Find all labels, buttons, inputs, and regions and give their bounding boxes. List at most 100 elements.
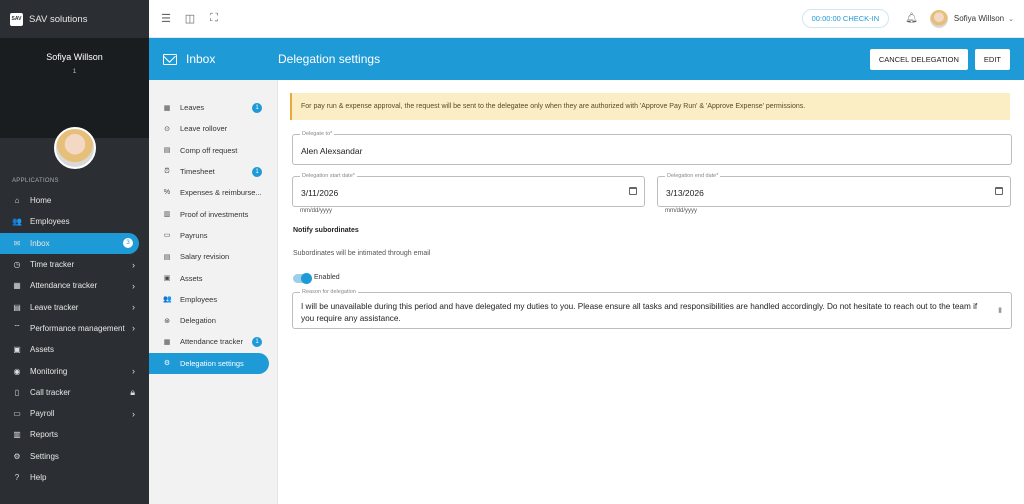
chevron-right-icon: › — [132, 366, 135, 377]
submenu-item-label: Delegation — [180, 316, 216, 326]
percent-icon: % — [163, 189, 171, 197]
sidebar-item-assets[interactable]: ▣ Assets — [0, 339, 149, 360]
notify-subordinates-title: Notify subordinates — [293, 227, 359, 234]
sidebar-item-reports[interactable]: ▥ Reports — [0, 424, 149, 445]
submenu-item-label: Attendance tracker — [180, 337, 243, 347]
submenu-item-label: Leave rollover — [180, 124, 228, 134]
notify-toggle[interactable] — [293, 273, 312, 284]
sidebar-item-performance-management[interactable]: ⌔ Performance management › — [0, 318, 149, 339]
inbox-submenu: ▦ Leaves 1 ⊙ Leave rollover ▤ Comp off r… — [149, 80, 278, 504]
home-icon: ⌂ — [14, 196, 20, 206]
calendar-icon[interactable] — [629, 187, 637, 195]
alarm-clock-icon: ⏰︎ — [164, 167, 170, 175]
people-icon: 👥 — [163, 296, 172, 304]
chevron-right-icon: › — [132, 280, 135, 291]
submenu-item-salary-revision[interactable]: ▤ Salary revision — [149, 246, 277, 267]
count-badge: 1 — [252, 102, 262, 113]
inbox-count-badge: 3 — [123, 238, 133, 249]
submenu-item-proof-of-investments[interactable]: ▥ Proof of investments — [149, 203, 277, 224]
calendar-icon[interactable] — [995, 187, 1003, 195]
end-date-field[interactable]: Delegation end date* 3/13/2026 — [657, 173, 1011, 207]
sidebar-item-home[interactable]: ⌂ Home — [0, 190, 149, 211]
top-bar: ☰ ◫ ⛶ 00:00:00 CHECK-IN 🔔︎ Sofiya Willso… — [149, 0, 1024, 38]
panel-toggle-icon[interactable]: ◫ — [183, 12, 197, 26]
page-title: Delegation settings — [278, 52, 381, 66]
document-icon: ▥ — [163, 211, 171, 219]
reason-value: I will be unavailable during this period… — [301, 302, 978, 323]
calendar-icon: ▤ — [163, 147, 171, 155]
sidebar-item-inbox[interactable]: ✉ Inbox 3 — [0, 232, 139, 254]
bell-icon[interactable]: 🔔︎ — [905, 13, 918, 24]
hamburger-menu-icon[interactable]: ☰ — [159, 12, 173, 26]
submenu-item-comp-off-request[interactable]: ▤ Comp off request — [149, 140, 277, 161]
submenu-item-assets[interactable]: ▣ Assets — [149, 267, 277, 288]
submenu-item-employees[interactable]: 👥 Employees — [149, 289, 277, 310]
page-header: Inbox Delegation settings CANCEL DELEGAT… — [149, 38, 1024, 80]
end-date-helper: mm/dd/yyyy — [665, 208, 698, 214]
brand-logo: SAV — [10, 12, 23, 26]
applications-label: APPLICATIONS — [12, 178, 59, 184]
sidebar-item-employees[interactable]: 👥 Employees — [0, 211, 149, 232]
submenu-item-payruns[interactable]: ▭ Payruns — [149, 225, 277, 246]
submenu-item-label: Delegation settings — [180, 358, 244, 368]
resize-handle-icon[interactable]: ▮ — [998, 306, 1002, 314]
edit-button[interactable]: EDIT — [974, 48, 1010, 70]
submenu-item-delegation[interactable]: ⊛ Delegation — [149, 310, 277, 331]
delegation-form: For pay run & expense approval, the requ… — [278, 80, 1024, 504]
sidebar-item-label: Home — [30, 196, 52, 206]
submenu-item-timesheet[interactable]: ⏰︎ Timesheet 1 — [149, 161, 277, 182]
section-title: Inbox — [149, 52, 278, 66]
sidebar-item-monitoring[interactable]: ◉ Monitoring › — [0, 360, 149, 381]
sidebar-item-time-tracker[interactable]: ◷ Time tracker › — [0, 254, 149, 275]
avatar[interactable] — [54, 127, 96, 169]
submenu-item-label: Comp off request — [180, 145, 238, 155]
reason-textarea[interactable]: Reason for delegation I will be unavaila… — [292, 289, 1012, 329]
submenu-item-delegation-settings[interactable]: ⚙ Delegation settings — [149, 352, 269, 374]
calendar-icon: ▤ — [13, 302, 21, 312]
cancel-delegation-button[interactable]: CANCEL DELEGATION — [869, 48, 968, 70]
user-name: Sofiya Willson — [46, 52, 103, 62]
sidebar-item-payroll[interactable]: ▭ Payroll › — [0, 403, 149, 424]
mail-icon: ✉ — [13, 238, 21, 248]
delegation-icon: ⊛ — [164, 317, 170, 325]
submenu-item-label: Assets — [180, 273, 203, 283]
sidebar-item-label: Inbox — [30, 238, 50, 248]
sidebar-item-label: Assets — [30, 345, 55, 355]
check-in-button[interactable]: 00:00:00 CHECK-IN — [801, 9, 890, 28]
submenu-item-expenses[interactable]: % Expenses & reimburse... — [149, 182, 277, 203]
sidebar-item-settings[interactable]: ⚙ Settings — [0, 446, 149, 467]
sidebar-item-leave-tracker[interactable]: ▤ Leave tracker › — [0, 296, 149, 317]
submenu-item-attendance-tracker[interactable]: ▦ Attendance tracker 1 — [149, 331, 277, 352]
sidebar-item-attendance-tracker[interactable]: ▦ Attendance tracker › — [0, 275, 149, 296]
start-date-helper: mm/dd/yyyy — [300, 208, 333, 214]
sidebar-item-label: Performance management — [30, 323, 125, 333]
delegate-to-label: Delegate to* — [300, 131, 335, 137]
submenu-item-leave-rollover[interactable]: ⊙ Leave rollover — [149, 118, 277, 139]
avatar[interactable] — [929, 9, 948, 28]
sidebar-item-call-tracker[interactable]: ▯ Call tracker 🔒︎ — [0, 382, 149, 403]
chevron-down-icon[interactable]: ⌄ — [1008, 15, 1014, 23]
count-badge: 1 — [252, 336, 262, 347]
end-date-value: 3/13/2026 — [666, 188, 704, 198]
people-icon: 👥 — [12, 217, 22, 227]
sidebar-item-label: Employees — [30, 217, 70, 227]
end-date-label: Delegation end date* — [665, 173, 721, 179]
delegate-to-field[interactable]: Delegate to* Alen Alexsandar — [292, 131, 1012, 165]
delegate-to-value: Alen Alexsandar — [301, 146, 363, 156]
start-date-field[interactable]: Delegation start date* 3/11/2026 — [292, 173, 645, 207]
notify-subordinates-description: Subordinates will be intimated through e… — [293, 250, 431, 257]
sidebar-item-label: Leave tracker — [30, 302, 79, 312]
submenu-item-label: Salary revision — [180, 252, 230, 262]
fullscreen-icon[interactable]: ⛶ — [207, 12, 221, 26]
card-icon: ▭ — [163, 232, 171, 240]
submenu-item-label: Leaves — [180, 103, 205, 113]
sidebar-item-label: Time tracker — [30, 260, 75, 270]
phone-icon: ▯ — [14, 387, 20, 397]
submenu-item-label: Payruns — [180, 230, 208, 240]
calendar-icon: ▦ — [163, 104, 171, 112]
submenu-item-leaves[interactable]: ▦ Leaves 1 — [149, 97, 277, 118]
sidebar-item-help[interactable]: ? Help — [0, 467, 149, 488]
count-badge: 1 — [252, 166, 262, 177]
user-menu-name[interactable]: Sofiya Willson — [954, 14, 1004, 23]
wallet-icon: ▭ — [13, 409, 21, 419]
